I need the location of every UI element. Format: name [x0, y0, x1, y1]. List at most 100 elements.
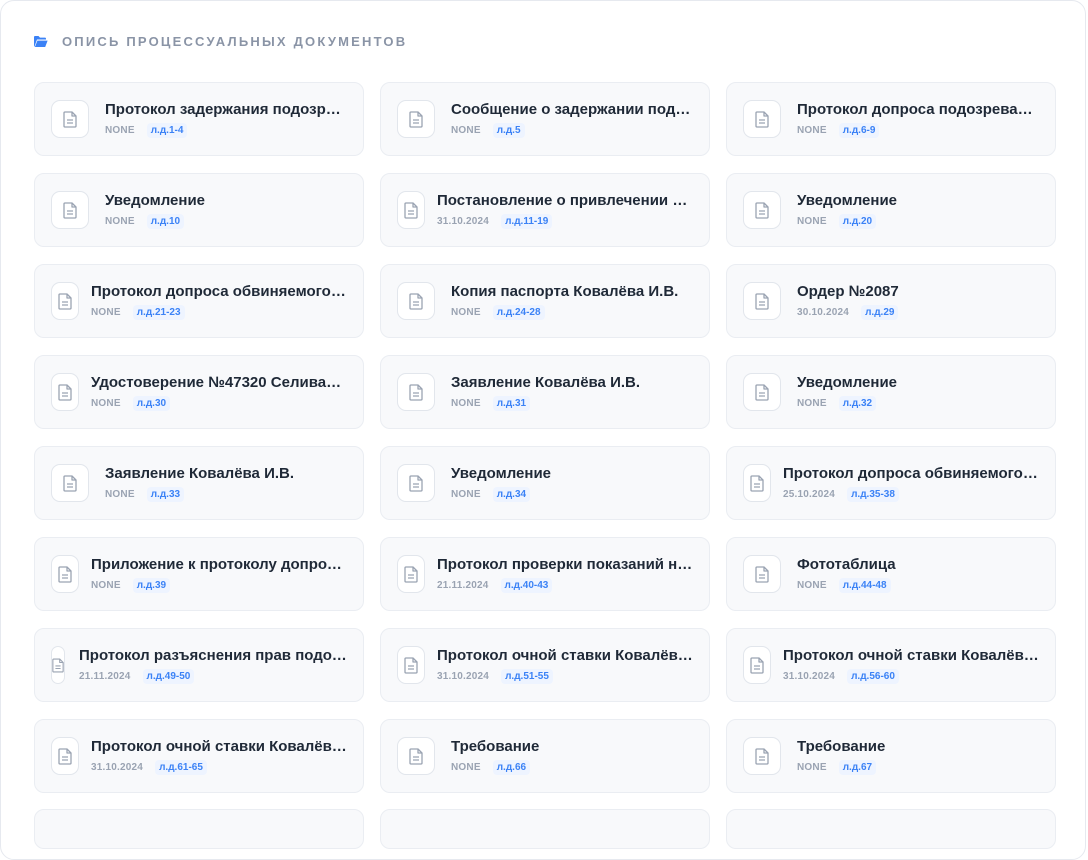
document-icon [743, 100, 781, 138]
document-card[interactable]: Протокол проверки показаний на месте 21.1… [380, 537, 710, 611]
document-pages-badge: л.д.29 [861, 304, 899, 320]
document-title: Протокол допроса подозреваемого [797, 100, 1039, 118]
document-icon [397, 282, 435, 320]
document-pages-badge: л.д.51-55 [501, 668, 553, 684]
document-card[interactable]: Протокол очной ставки Ковалёва И.В. 31.10… [380, 628, 710, 702]
document-date: NONE [105, 124, 135, 136]
document-card[interactable]: Протокол разъяснения прав подозреваемому… [34, 628, 364, 702]
document-title: Удостоверение №47320 Селиванова [91, 373, 347, 391]
document-icon [397, 100, 435, 138]
document-icon [743, 191, 781, 229]
document-card[interactable]: Протокол очной ставки Ковалёва И.В. 31.10… [34, 719, 364, 793]
document-card[interactable]: Уведомление NONE л.д.10 [34, 173, 364, 247]
document-icon [51, 282, 79, 320]
document-date: 31.10.2024 [437, 215, 490, 227]
document-card[interactable]: Заявление Ковалёва И.В. NONE л.д.33 [34, 446, 364, 520]
document-card[interactable]: Фототаблица NONE л.д.44-48 [726, 537, 1056, 611]
document-card-partial[interactable] [380, 809, 710, 849]
document-title: Уведомление [797, 191, 898, 209]
document-pages-badge: л.д.5 [492, 122, 525, 138]
document-title: Протокол очной ставки Ковалёва И.В. [91, 737, 347, 755]
document-title: Протокол очной ставки Ковалёва И.В. [437, 646, 693, 664]
document-date: NONE [797, 124, 827, 136]
folder-open-icon [33, 35, 48, 48]
document-icon [743, 646, 771, 684]
document-pages-badge: л.д.32 [838, 395, 877, 411]
document-icon [397, 373, 435, 411]
document-card[interactable]: Протокол задержания подозреваемого NONE л.… [34, 82, 364, 156]
document-card[interactable]: Уведомление NONE л.д.20 [726, 173, 1056, 247]
document-title: Требование [797, 737, 886, 755]
document-card[interactable]: Заявление Ковалёва И.В. NONE л.д.31 [380, 355, 710, 429]
panel-header: Опись процессуальных документов [33, 34, 407, 49]
document-date: NONE [105, 215, 135, 227]
document-card[interactable]: Удостоверение №47320 Селиванова NONE л.д.3… [34, 355, 364, 429]
document-pages-badge: л.д.49-50 [142, 668, 195, 684]
document-pages-badge: л.д.1-4 [146, 122, 188, 138]
document-date: NONE [797, 397, 827, 409]
document-pages-badge: л.д.10 [146, 213, 185, 229]
document-icon [51, 373, 79, 411]
document-pages-badge: л.д.20 [838, 213, 877, 229]
document-icon [51, 646, 65, 684]
document-card-partial[interactable] [34, 809, 364, 849]
document-date: NONE [91, 397, 121, 409]
document-date: NONE [105, 488, 135, 500]
document-card-partial[interactable] [726, 809, 1056, 849]
document-title: Заявление Ковалёва И.В. [105, 464, 295, 482]
document-date: NONE [797, 579, 827, 591]
document-icon [743, 464, 771, 502]
document-title: Протокол допроса обвиняемого Ковалёва И.… [91, 282, 347, 300]
document-title: Сообщение о задержании подозреваемого [451, 100, 693, 118]
document-title: Протокол допроса обвиняемого Ковалёва И.… [783, 464, 1039, 482]
document-date: NONE [451, 124, 481, 136]
document-card[interactable]: Сообщение о задержании подозреваемого NON… [380, 82, 710, 156]
document-date: 21.11.2024 [437, 579, 489, 591]
document-pages-badge: л.д.33 [146, 486, 185, 502]
document-date: NONE [451, 397, 481, 409]
document-title: Уведомление [451, 464, 552, 482]
document-title: Постановление о привлечении в качестве о… [437, 191, 693, 209]
document-card[interactable]: Требование NONE л.д.66 [380, 719, 710, 793]
document-card[interactable]: Постановление о привлечении в качестве о… [380, 173, 710, 247]
document-card[interactable]: Протокол очной ставки Ковалёва И.В. 31.10… [726, 628, 1056, 702]
document-pages-badge: л.д.56-60 [847, 668, 899, 684]
document-pages-badge: л.д.61-65 [155, 759, 207, 775]
document-date: 31.10.2024 [437, 670, 490, 682]
document-icon [397, 555, 425, 593]
document-date: NONE [91, 306, 121, 318]
document-title: Фототаблица [797, 555, 896, 573]
document-card[interactable]: Уведомление NONE л.д.34 [380, 446, 710, 520]
document-title: Заявление Ковалёва И.В. [451, 373, 641, 391]
document-icon [51, 555, 79, 593]
document-card[interactable]: Протокол допроса обвиняемого Ковалёва И.… [34, 264, 364, 338]
document-icon [397, 737, 435, 775]
document-title: Уведомление [797, 373, 898, 391]
document-date: NONE [91, 579, 121, 591]
document-pages-badge: л.д.44-48 [838, 577, 891, 593]
document-pages-badge: л.д.11-19 [501, 213, 553, 229]
document-date: NONE [797, 215, 827, 227]
document-title: Протокол проверки показаний на месте [437, 555, 693, 573]
document-date: NONE [451, 488, 481, 500]
document-date: 21.11.2024 [79, 670, 131, 682]
document-card[interactable]: Протокол допроса обвиняемого Ковалёва И.… [726, 446, 1056, 520]
document-card[interactable]: Протокол допроса подозреваемого NONE л.д.6… [726, 82, 1056, 156]
document-pages-badge: л.д.34 [492, 486, 531, 502]
document-title: Ордер №2087 [797, 282, 899, 300]
document-card[interactable]: Требование NONE л.д.67 [726, 719, 1056, 793]
document-date: 31.10.2024 [783, 670, 836, 682]
document-card[interactable]: Уведомление NONE л.д.32 [726, 355, 1056, 429]
document-card[interactable]: Ордер №2087 30.10.2024 л.д.29 [726, 264, 1056, 338]
document-card[interactable]: Копия паспорта Ковалёва И.В. NONE л.д.24-2… [380, 264, 710, 338]
document-date: NONE [451, 306, 481, 318]
document-card[interactable]: Приложение к протоколу допроса обвиняемо… [34, 537, 364, 611]
document-title: Требование [451, 737, 540, 755]
document-title: Приложение к протоколу допроса обвиняемо… [91, 555, 347, 573]
document-date: 25.10.2024 [783, 488, 836, 500]
documents-panel: Опись процессуальных документов Протокол… [0, 0, 1086, 860]
document-title: Протокол разъяснения прав подозреваемому [79, 646, 347, 664]
document-title: Протокол очной ставки Ковалёва И.В. [783, 646, 1039, 664]
document-icon [397, 464, 435, 502]
page-title: Опись процессуальных документов [62, 34, 408, 49]
